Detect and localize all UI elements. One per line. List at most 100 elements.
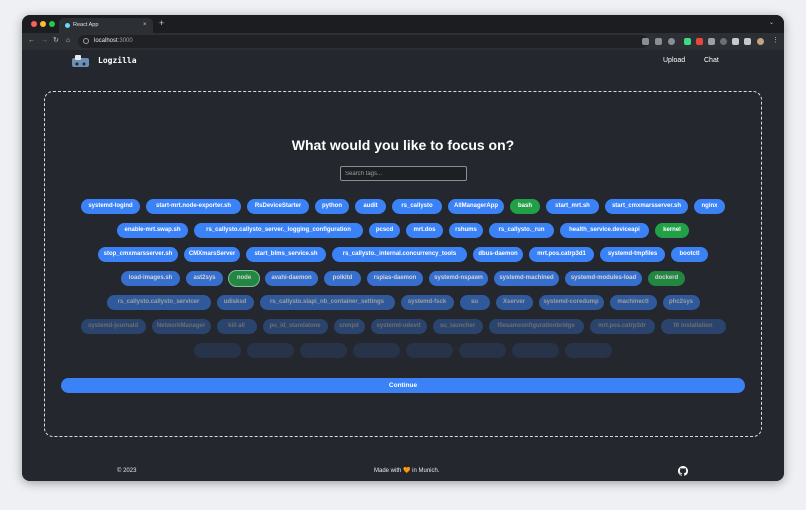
tag-chip[interactable]: stop_cmxmarsserver.sh: [98, 247, 178, 262]
share-icon[interactable]: [655, 38, 662, 45]
avatar[interactable]: [757, 38, 764, 45]
tag-chip[interactable]: bash: [510, 199, 540, 214]
tag-chip[interactable]: rs_callysto.slapi_nb_container_settings: [259, 295, 395, 310]
tag-chip[interactable]: health_service.deviceapi: [560, 223, 649, 238]
copyright: © 2023: [117, 468, 137, 474]
logo-icon: [72, 55, 89, 67]
tag-chip[interactable]: polkitd: [324, 271, 361, 286]
new-tab-button[interactable]: +: [159, 18, 164, 29]
tag-chip[interactable]: mrt.pos.catrp3dr: [589, 319, 655, 334]
tag-chip[interactable]: start_blms_service.sh: [246, 247, 326, 262]
tag-chip[interactable]: mrt.dos: [406, 223, 443, 238]
tag-chip[interactable]: enable-mrt.swap.sh: [117, 223, 188, 238]
tag-chip[interactable]: avahi-daemon: [265, 271, 318, 286]
close-window-button[interactable]: [31, 21, 37, 27]
tag-chip[interactable]: [512, 343, 559, 358]
tag-chip[interactable]: [300, 343, 347, 358]
tag-chip[interactable]: pcscd: [369, 223, 400, 238]
tag-chip[interactable]: rshums: [449, 223, 483, 238]
tag-chip[interactable]: RsDeviceStarter: [247, 199, 309, 214]
nav-upload[interactable]: Upload: [663, 55, 685, 67]
tag-chip[interactable]: machinectl: [609, 295, 657, 310]
browser-tab[interactable]: React App ×: [59, 18, 153, 33]
tag-chip[interactable]: systemd-logind: [81, 199, 140, 214]
maximize-window-button[interactable]: [49, 21, 55, 27]
app-viewport: Logzilla Upload Chat What would you like…: [22, 50, 784, 481]
tag-chip[interactable]: su_launcher: [432, 319, 483, 334]
tab-title: React App: [73, 22, 99, 28]
tag-chip[interactable]: rs_callysto._internal.concurrency_tools: [332, 247, 467, 262]
tag-chip[interactable]: systemd-tmpfiles: [600, 247, 665, 262]
star-icon[interactable]: [668, 38, 675, 45]
tag-chip[interactable]: ast2sys: [186, 271, 223, 286]
brand-name[interactable]: Logzilla: [98, 55, 137, 67]
info-icon[interactable]: [83, 38, 89, 44]
tag-chip[interactable]: [247, 343, 294, 358]
extension-icon[interactable]: [696, 38, 703, 45]
tag-chip[interactable]: udisksd: [216, 295, 254, 310]
tag-chip[interactable]: systemd-journald: [80, 319, 146, 334]
tag-chip[interactable]: rs_callysto.callysto_servicer: [106, 295, 211, 310]
continue-button[interactable]: Continue: [61, 378, 745, 393]
extension-icon[interactable]: [720, 38, 727, 45]
tag-chip[interactable]: kill all: [216, 319, 257, 334]
tag-chip[interactable]: rs_callysto._run: [489, 223, 554, 238]
sidepanel-icon[interactable]: [744, 38, 751, 45]
forward-button[interactable]: →: [41, 36, 48, 46]
tag-chip[interactable]: bootctl: [671, 247, 708, 262]
nav-chat[interactable]: Chat: [704, 55, 719, 67]
tag-chip[interactable]: rs_callysto.callysto_server._logging_con…: [194, 223, 363, 238]
tag-chip[interactable]: systemd-modules-load: [565, 271, 642, 286]
tag-chip[interactable]: systemd-machined: [494, 271, 559, 286]
address-bar[interactable]: localhost:3000: [78, 35, 648, 48]
tag-chip[interactable]: phc2sys: [662, 295, 700, 310]
extension-icon[interactable]: [684, 38, 691, 45]
tag-chip[interactable]: [459, 343, 506, 358]
tag-chip[interactable]: [353, 343, 400, 358]
tag-chip[interactable]: node: [229, 271, 259, 286]
tag-chip[interactable]: load-images.sh: [121, 271, 180, 286]
install-icon[interactable]: [642, 38, 649, 45]
tag-chip[interactable]: nginx: [694, 199, 725, 214]
tag-chip[interactable]: fit installation: [660, 319, 726, 334]
minimize-window-button[interactable]: [40, 21, 46, 27]
tag-chip[interactable]: CMXmarsServer: [184, 247, 240, 262]
back-button[interactable]: ←: [28, 36, 35, 46]
tag-chip[interactable]: mrt.pos.catrp3d1: [529, 247, 594, 262]
tag-chip[interactable]: snmpd: [333, 319, 365, 334]
tag-chip[interactable]: NetworkManager: [151, 319, 211, 334]
home-button[interactable]: ⌂: [66, 36, 70, 46]
tag-chip[interactable]: kernel: [655, 223, 689, 238]
github-icon[interactable]: [678, 466, 688, 476]
tag-chip[interactable]: AllManagerApp: [448, 199, 504, 214]
tab-search-icon[interactable]: ⌄: [769, 19, 774, 26]
tag-chip[interactable]: systemd-nspawn: [429, 271, 488, 286]
extension-icon[interactable]: [708, 38, 715, 45]
browser-window: React App × + ⌄ ← → ↻ ⌂ localhost:3000 ⋮: [22, 15, 784, 481]
tab-close-icon[interactable]: ×: [143, 20, 147, 30]
tag-chip[interactable]: pu_id_standalone: [262, 319, 328, 334]
tab-bar: React App × + ⌄: [22, 15, 784, 33]
tag-chip[interactable]: [565, 343, 612, 358]
puzzle-icon[interactable]: [732, 38, 739, 45]
tag-chip[interactable]: start_cmxmarsserver.sh: [605, 199, 688, 214]
tag-chip[interactable]: systemd-coredump: [538, 295, 604, 310]
tag-chip[interactable]: [194, 343, 241, 358]
tag-chip[interactable]: dbus-daemon: [473, 247, 523, 262]
tag-chip[interactable]: systemd-udevd: [370, 319, 427, 334]
tag-chip[interactable]: rspias-daemon: [367, 271, 423, 286]
kebab-menu-icon[interactable]: ⋮: [772, 36, 779, 46]
tag-chip[interactable]: python: [315, 199, 349, 214]
tag-chip[interactable]: audit: [355, 199, 386, 214]
reload-button[interactable]: ↻: [53, 36, 59, 46]
tag-chip[interactable]: dockerd: [648, 271, 685, 286]
tag-chip[interactable]: systemd-fsck: [400, 295, 454, 310]
tag-chip[interactable]: filesamconfigurationbridge: [488, 319, 584, 334]
tag-chip[interactable]: start_mrt.sh: [546, 199, 599, 214]
tag-chip[interactable]: [406, 343, 453, 358]
tag-chip[interactable]: su: [459, 295, 490, 310]
url-text: localhost:3000: [94, 38, 133, 44]
tag-chip[interactable]: start-mrt.node-exporter.sh: [146, 199, 241, 214]
tag-chip[interactable]: Xserver: [495, 295, 533, 310]
tag-chip[interactable]: rs_callysto: [392, 199, 442, 214]
